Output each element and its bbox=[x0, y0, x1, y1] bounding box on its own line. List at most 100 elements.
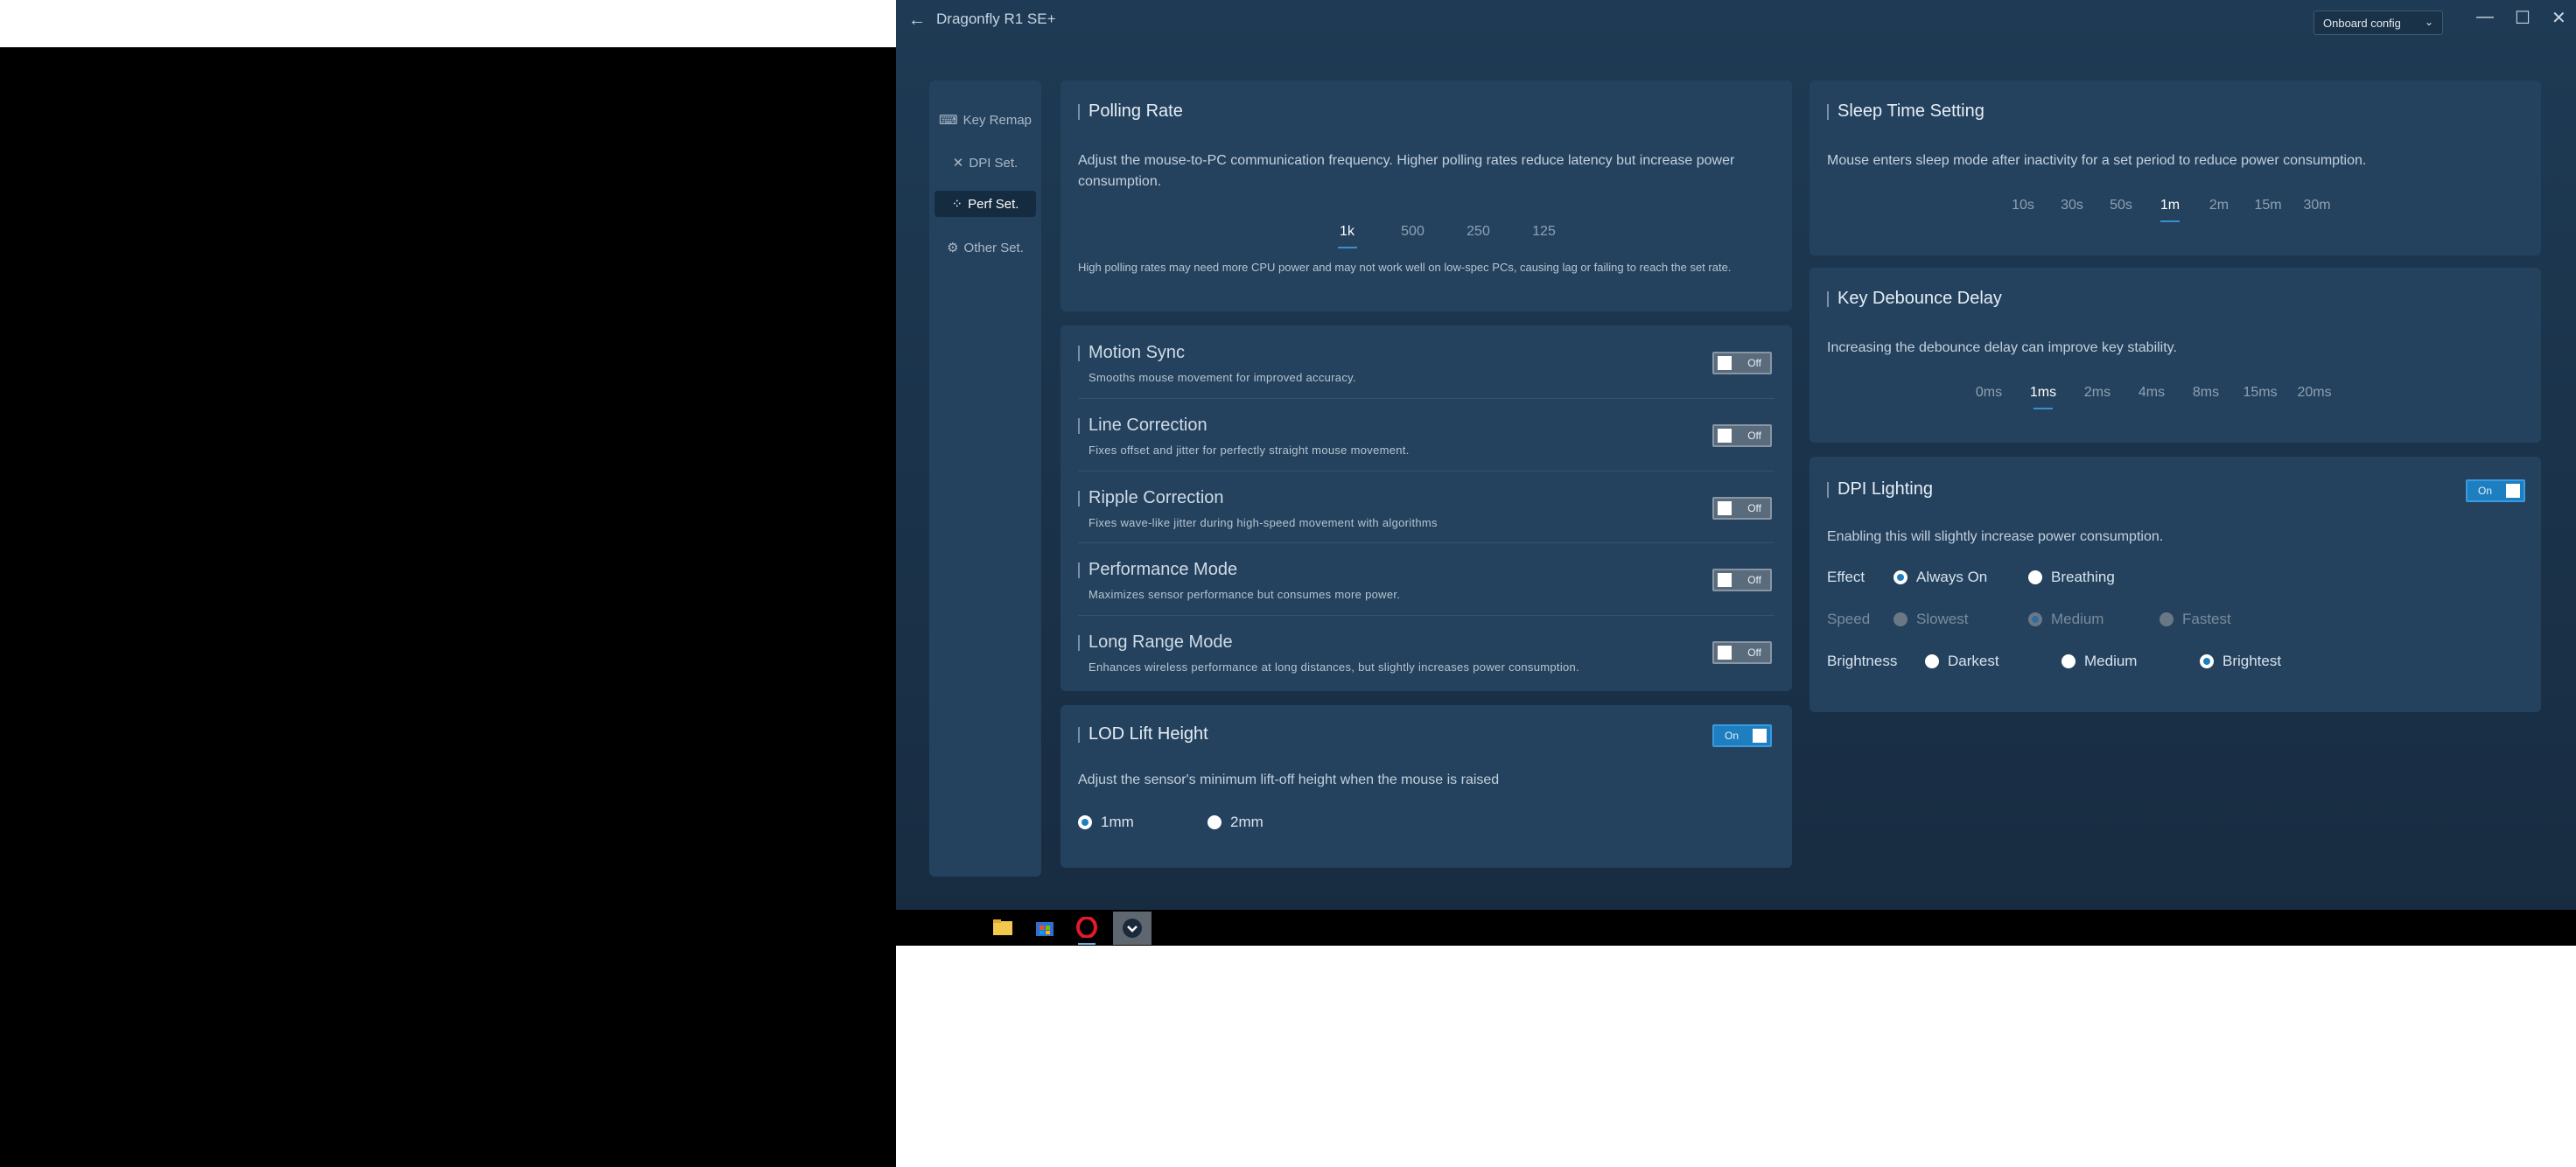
toggle-state-label: On bbox=[1725, 730, 1740, 742]
polling-option-1k[interactable]: 1k bbox=[1314, 224, 1380, 240]
dpi-lighting-toggle[interactable]: On bbox=[2466, 479, 2525, 502]
store-icon[interactable] bbox=[1032, 915, 1057, 940]
polling-option-125[interactable]: 125 bbox=[1511, 224, 1577, 240]
radio-label: Medium bbox=[2084, 653, 2138, 669]
polling-rate-card: Polling Rate Adjust the mouse-to-PC comm… bbox=[1060, 80, 1792, 311]
back-arrow-icon[interactable]: ← bbox=[908, 10, 926, 31]
speed-option-fastest[interactable]: Fastest bbox=[2160, 611, 2231, 628]
ripple-correction-title: Ripple Correction bbox=[1078, 488, 1224, 508]
speed-option-slowest[interactable]: Slowest bbox=[1894, 611, 1969, 628]
active-app-indicator bbox=[1078, 943, 1096, 945]
brightness-label: Brightness bbox=[1827, 653, 1898, 669]
key-debounce-description: Increasing the debounce delay can improv… bbox=[1827, 340, 2177, 355]
sleep-option-30m[interactable]: 30m bbox=[2292, 198, 2342, 213]
brightness-option-medium[interactable]: Medium bbox=[2062, 653, 2137, 670]
debounce-option-8ms[interactable]: 8ms bbox=[2179, 385, 2233, 401]
effect-option-breathing[interactable]: Breathing bbox=[2028, 569, 2115, 586]
title-bar: ← Dragonfly R1 SE+ Onboard config ⌄ — ☐ … bbox=[896, 0, 2576, 40]
close-icon[interactable]: ✕ bbox=[2552, 7, 2566, 29]
toggle-knob bbox=[1718, 573, 1732, 587]
taskbar bbox=[896, 910, 2576, 946]
lod-lift-height-toggle[interactable]: On bbox=[1712, 724, 1772, 747]
maximize-icon[interactable]: ☐ bbox=[2515, 7, 2530, 29]
sidebar-item-other-set[interactable]: ⚙ Other Set. bbox=[934, 234, 1036, 261]
sidebar-item-dpi-set[interactable]: ✕ DPI Set. bbox=[934, 150, 1036, 176]
sidebar-item-perf-set[interactable]: ⁘ Perf Set. bbox=[934, 191, 1036, 217]
toggle-knob bbox=[1718, 429, 1732, 443]
radio-label: Breathing bbox=[2051, 569, 2115, 585]
brightness-option-darkest[interactable]: Darkest bbox=[1925, 653, 1999, 670]
sidebar-item-label: Perf Set. bbox=[968, 196, 1019, 212]
polling-option-500[interactable]: 500 bbox=[1380, 224, 1446, 240]
sidebar-item-label: Other Set. bbox=[963, 240, 1024, 255]
radio-label: Slowest bbox=[1916, 611, 1969, 627]
speed-option-medium[interactable]: Medium bbox=[2028, 611, 2104, 628]
file-explorer-icon[interactable] bbox=[990, 915, 1015, 940]
radio-unchecked-icon bbox=[1894, 612, 1908, 626]
chevron-down-icon: ⌄ bbox=[2424, 16, 2433, 28]
debounce-option-0ms[interactable]: 0ms bbox=[1962, 385, 2016, 401]
dragonfly-app-taskbar-icon[interactable] bbox=[1113, 912, 1152, 945]
motion-sync-toggle[interactable]: Off bbox=[1712, 352, 1772, 374]
line-correction-row: Line Correction Fixes offset and jitter … bbox=[1060, 398, 1792, 470]
ripple-correction-toggle[interactable]: Off bbox=[1712, 497, 1772, 520]
radio-label: 2mm bbox=[1230, 814, 1264, 830]
debounce-option-2ms[interactable]: 2ms bbox=[2070, 385, 2124, 401]
motion-sync-row: Motion Sync Smooths mouse movement for i… bbox=[1060, 325, 1792, 397]
polling-rate-title: Polling Rate bbox=[1078, 101, 1183, 122]
sidebar-item-key-remap[interactable]: ⌨ Key Remap bbox=[934, 107, 1036, 133]
desktop-background bbox=[0, 47, 896, 1167]
sleep-option-2m[interactable]: 2m bbox=[2194, 198, 2244, 213]
dpi-lighting-card: DPI Lighting On Enabling this will sligh… bbox=[1810, 457, 2541, 712]
sleep-option-10s[interactable]: 10s bbox=[1998, 198, 2048, 213]
radio-unchecked-icon bbox=[2028, 570, 2042, 584]
debounce-option-4ms[interactable]: 4ms bbox=[2124, 385, 2179, 401]
polling-rate-note: High polling rates may need more CPU pow… bbox=[1078, 261, 1732, 274]
sleep-option-15m[interactable]: 15m bbox=[2244, 198, 2292, 213]
toggle-state-label: On bbox=[2478, 485, 2493, 497]
brightness-option-brightest[interactable]: Brightest bbox=[2200, 653, 2281, 670]
key-debounce-card: Key Debounce Delay Increasing the deboun… bbox=[1810, 268, 2541, 443]
long-range-mode-title: Long Range Mode bbox=[1078, 632, 1233, 653]
radio-label: Always On bbox=[1916, 569, 1988, 585]
sleep-time-title: Sleep Time Setting bbox=[1827, 101, 1984, 122]
gear-icon: ⚙ bbox=[947, 241, 959, 255]
radio-label: Brightest bbox=[2222, 653, 2282, 669]
app-window: ← Dragonfly R1 SE+ Onboard config ⌄ — ☐ … bbox=[896, 0, 2576, 910]
effect-label: Effect bbox=[1827, 569, 1866, 585]
lod-option-1mm[interactable]: 1mm bbox=[1078, 814, 1134, 831]
lod-option-2mm[interactable]: 2mm bbox=[1208, 814, 1264, 831]
line-correction-toggle[interactable]: Off bbox=[1712, 424, 1772, 447]
sleep-option-50s[interactable]: 50s bbox=[2096, 198, 2146, 213]
polling-rate-selector: 1k 500 250 125 bbox=[1314, 224, 1577, 240]
radio-unchecked-icon bbox=[1925, 654, 1939, 668]
speed-label: Speed bbox=[1827, 611, 1871, 627]
sidebar-item-label: DPI Set. bbox=[969, 155, 1018, 171]
radio-unchecked-icon bbox=[2160, 612, 2174, 626]
config-dropdown-value: Onboard config bbox=[2323, 16, 2401, 30]
lod-lift-height-title: LOD Lift Height bbox=[1078, 724, 1208, 744]
sleep-time-selector: 10s 30s 50s 1m 2m 15m 30m bbox=[1998, 198, 2342, 213]
line-correction-title: Line Correction bbox=[1078, 416, 1208, 436]
toggle-knob bbox=[1718, 646, 1732, 660]
long-range-mode-toggle[interactable]: Off bbox=[1712, 641, 1772, 664]
sleep-option-30s[interactable]: 30s bbox=[2048, 198, 2096, 213]
polling-option-250[interactable]: 250 bbox=[1446, 224, 1511, 240]
opera-browser-icon[interactable] bbox=[1074, 915, 1099, 945]
key-debounce-title: Key Debounce Delay bbox=[1827, 289, 2002, 309]
config-dropdown[interactable]: Onboard config ⌄ bbox=[2314, 10, 2443, 35]
performance-mode-toggle[interactable]: Off bbox=[1712, 569, 1772, 591]
sensor-features-card: Motion Sync Smooths mouse movement for i… bbox=[1060, 325, 1792, 691]
effect-option-always-on[interactable]: Always On bbox=[1894, 569, 1987, 586]
radio-label: Darkest bbox=[1948, 653, 1999, 669]
sleep-option-1m[interactable]: 1m bbox=[2146, 198, 2194, 213]
radio-label: 1mm bbox=[1101, 814, 1134, 830]
debounce-option-15ms[interactable]: 15ms bbox=[2233, 385, 2287, 401]
toggle-state-label: Off bbox=[1747, 646, 1761, 659]
debounce-option-20ms[interactable]: 20ms bbox=[2287, 385, 2342, 401]
minimize-icon[interactable]: — bbox=[2476, 7, 2494, 27]
radio-unchecked-icon bbox=[1208, 815, 1222, 829]
key-debounce-selector: 0ms 1ms 2ms 4ms 8ms 15ms 20ms bbox=[1962, 385, 2342, 401]
debounce-option-1ms[interactable]: 1ms bbox=[2016, 385, 2070, 401]
toggle-knob bbox=[1718, 356, 1732, 370]
